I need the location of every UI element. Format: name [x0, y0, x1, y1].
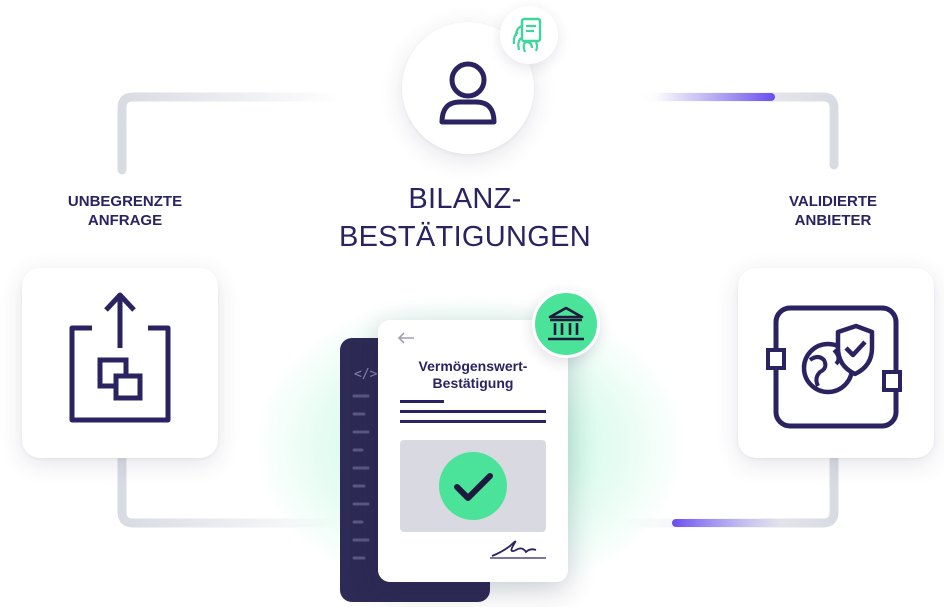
fingerprint-badge — [500, 6, 558, 64]
connector-top-left — [117, 92, 345, 175]
upload-card — [22, 268, 218, 458]
connector-top-right-accent — [655, 93, 775, 101]
document-line-1 — [400, 410, 546, 413]
document-check-area — [400, 440, 546, 532]
signature-icon — [490, 540, 546, 559]
document-title-line2: Bestätigung — [432, 375, 514, 391]
document-card: Vermögenswert- Bestätigung — [378, 320, 568, 582]
code-icon: </> — [354, 367, 378, 382]
bank-icon — [548, 306, 584, 341]
center-title-line1: BILANZ- — [408, 183, 522, 215]
back-arrow-icon — [397, 332, 414, 344]
document-title-line1: Vermögenswert- — [418, 358, 528, 374]
right-label-line1: VALIDIERTE — [788, 193, 878, 210]
upload-copy-icon — [69, 292, 171, 423]
document-line-short — [400, 400, 444, 403]
bank-badge — [532, 290, 600, 358]
fingerprint-document-icon — [512, 17, 542, 53]
document-line-2 — [400, 420, 546, 423]
connector-top-right — [635, 92, 839, 170]
right-label: VALIDIERTE ANBIETER — [748, 192, 918, 230]
right-label-line2: ANBIETER — [794, 212, 872, 229]
globe-shield-icon — [766, 305, 902, 429]
center-title: BILANZ- BESTÄTIGUNGEN — [300, 180, 630, 256]
document-title: Vermögenswert- Bestätigung — [388, 358, 558, 392]
checkmark-icon — [439, 452, 507, 520]
center-title-line2: BESTÄTIGUNGEN — [338, 221, 592, 253]
validated-card — [738, 268, 934, 458]
left-label: UNBEGRENZTE ANFRAGE — [45, 192, 205, 230]
left-label-line2: ANFRAGE — [87, 212, 163, 229]
left-label-line1: UNBEGRENZTE — [67, 193, 183, 210]
